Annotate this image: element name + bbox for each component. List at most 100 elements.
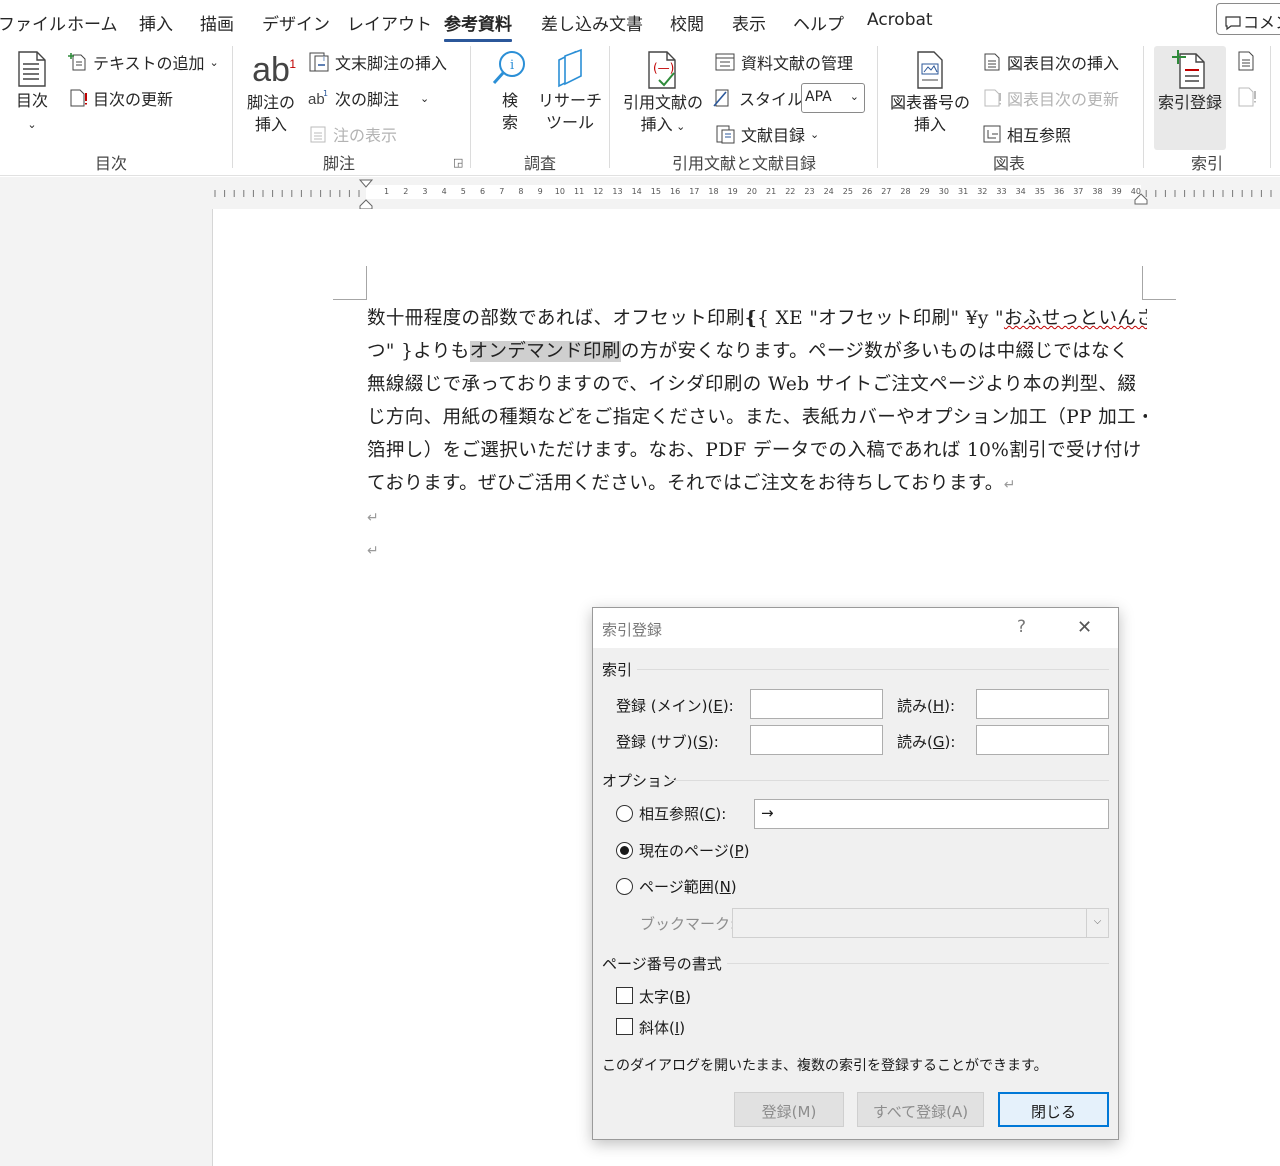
cross-reference-radio[interactable] <box>616 805 633 822</box>
tab-draw[interactable]: 描画 <box>200 10 234 35</box>
tab-mailings[interactable]: 差し込み文書 <box>541 10 643 35</box>
next-footnote-button[interactable]: ab 1 次の脚注 ⌄ <box>308 86 429 110</box>
ruler-number: 10 <box>554 187 565 196</box>
show-notes-icon <box>310 126 326 143</box>
insert-footnote-button[interactable]: ab 1 脚注の 挿入 <box>244 50 298 136</box>
italic-checkbox[interactable] <box>616 1018 633 1035</box>
ruler-number: 15 <box>650 187 661 196</box>
mark-button[interactable]: 登録(M) <box>734 1092 844 1127</box>
tab-home[interactable]: ホーム <box>67 10 118 35</box>
group-label-research: 調査 <box>524 154 557 173</box>
svg-text:i: i <box>510 58 514 73</box>
bibliography-label: 文献目録 <box>741 126 806 145</box>
text-line: じ方向、用紙の種類などをご指定ください。また、表紙カバーやオプション加工（PP … <box>367 407 1147 428</box>
footnote-icon: ab 1 <box>252 51 296 89</box>
insert-citation-label-2: 挿入 <box>640 115 673 134</box>
update-table-icon <box>984 89 1001 107</box>
insert-index-button[interactable] <box>1236 50 1256 72</box>
xe-field-yomi: おふせっといんさ <box>1003 308 1147 329</box>
add-text-button[interactable]: テキストの追加 ⌄ <box>68 50 219 74</box>
tab-view[interactable]: 表示 <box>732 10 766 35</box>
text-run: よりも <box>413 341 470 362</box>
xe-field-code: {{ XE "オフセット印刷" ¥y "おふせっといんさ <box>745 308 1147 329</box>
search-button[interactable]: i 検 索 <box>484 48 536 134</box>
insert-citation-button[interactable]: (—) 引用文献の 挿入 ⌄ <box>620 50 706 138</box>
group-separator <box>470 46 471 168</box>
show-notes-button[interactable]: 注の表示 <box>308 122 397 146</box>
update-toc-button[interactable]: 目次の更新 <box>68 86 173 110</box>
mark-entry-button[interactable]: 索引登録 <box>1154 48 1226 114</box>
close-icon[interactable]: ✕ <box>1077 617 1092 638</box>
mark-all-button[interactable]: すべて登録(A) <box>857 1092 984 1127</box>
right-indent-marker-icon[interactable] <box>1133 192 1149 206</box>
document-body[interactable]: 数十冊程度の部数であれば、オフセット印刷{{ XE "オフセット印刷" ¥y "… <box>367 302 1147 568</box>
toc-button-label: 目次 <box>15 91 48 110</box>
cross-reference-label: 相互参照 <box>1007 126 1072 145</box>
bold-checkbox[interactable] <box>616 987 633 1004</box>
insert-caption-label-2: 挿入 <box>913 115 946 134</box>
main-entry-input[interactable] <box>750 689 883 719</box>
manage-sources-button[interactable]: 資料文献の管理 <box>714 50 853 74</box>
ruler-number: 35 <box>1034 187 1045 196</box>
researcher-button[interactable]: リサーチ ツール <box>538 48 602 134</box>
indent-marker-icon[interactable] <box>358 178 374 210</box>
help-button[interactable]: ? <box>1017 617 1026 637</box>
bookmark-combobox[interactable]: ⌵ <box>732 908 1109 938</box>
ruler-number: 18 <box>708 187 719 196</box>
update-table-of-figures-button[interactable]: 図表目次の更新 <box>982 86 1119 110</box>
mark-index-entry-dialog: 索引登録 ? ✕ 索引 登録 (メイン)(E): 読み(H): 登録 (サブ)(… <box>592 607 1119 1140</box>
chevron-down-icon[interactable]: ⌵ <box>1086 909 1108 937</box>
ruler-number: 33 <box>996 187 1007 196</box>
current-page-radio[interactable] <box>616 842 633 859</box>
tab-acrobat[interactable]: Acrobat <box>867 10 933 30</box>
search-label-2: 索 <box>501 113 518 132</box>
tab-help[interactable]: ヘルプ <box>793 10 844 35</box>
main-yomi-label: 読み(H): <box>897 697 956 715</box>
tab-review[interactable]: 校閲 <box>670 10 704 35</box>
close-button[interactable]: 閉じる <box>998 1092 1109 1127</box>
citation-style-select[interactable]: APA ⌄ <box>801 83 865 113</box>
update-index-button[interactable] <box>1236 86 1258 108</box>
tab-insert[interactable]: 挿入 <box>139 10 173 35</box>
sub-entry-label: 登録 (サブ)(S): <box>616 733 719 751</box>
insert-table-of-figures-button[interactable]: 図表目次の挿入 <box>982 50 1119 74</box>
insert-footnote-label-1: 脚注の <box>246 93 295 112</box>
ruler-number: 11 <box>574 187 585 196</box>
cross-reference-button[interactable]: 相互参照 <box>982 122 1071 146</box>
sub-yomi-input[interactable] <box>976 725 1109 755</box>
footnote-dialog-launcher-icon[interactable]: ◲ <box>453 156 463 169</box>
section-divider <box>637 669 1109 670</box>
bibliography-button[interactable]: 文献目録 ⌄ <box>714 122 819 146</box>
main-entry-label: 登録 (メイン)(E): <box>616 697 734 715</box>
insert-caption-icon <box>917 51 943 89</box>
tab-design[interactable]: デザイン <box>262 10 330 35</box>
group-label-citations: 引用文献と文献目録 <box>672 154 817 173</box>
tab-layout[interactable]: レイアウト <box>347 10 432 35</box>
ribbon-tab-bar: ファイル ホーム 挿入 描画 デザイン レイアウト 参考資料 差し込み文書 校閲… <box>0 0 1280 42</box>
text-line: 箔押し）をご選択いただけます。なお、PDF データでの入稿であれば 10%割引で… <box>367 440 1142 461</box>
ruler-number: 24 <box>823 187 834 196</box>
section-divider <box>727 963 1109 964</box>
ruler-number: 12 <box>593 187 604 196</box>
update-toc-icon <box>70 89 87 107</box>
svg-text:(—): (—) <box>653 61 674 75</box>
ruler-number: 20 <box>746 187 757 196</box>
main-yomi-input[interactable] <box>976 689 1109 719</box>
section-divider <box>667 780 1109 781</box>
insert-endnote-button[interactable]: i 文末脚注の挿入 <box>308 50 447 74</box>
dialog-title-bar[interactable]: 索引登録 ? ✕ <box>593 608 1118 648</box>
ruler-number: 3 <box>422 187 428 196</box>
sub-entry-input[interactable] <box>750 725 883 755</box>
style-icon <box>713 89 729 107</box>
toc-button[interactable]: 目次 ⌄ <box>8 50 56 136</box>
group-separator <box>1143 46 1144 168</box>
ruler-number: 14 <box>631 187 642 196</box>
tab-references[interactable]: 参考資料 <box>444 10 512 42</box>
text-line: 数十冊程度の部数であれば、オフセット印刷{{ XE "オフセット印刷" ¥y "… <box>367 302 1147 335</box>
comment-button[interactable]: コメント <box>1216 3 1280 35</box>
show-notes-label: 注の表示 <box>333 126 398 145</box>
tab-file[interactable]: ファイル <box>0 10 66 35</box>
insert-caption-button[interactable]: 図表番号の 挿入 <box>888 50 972 136</box>
page-range-radio[interactable] <box>616 878 633 895</box>
cross-reference-input[interactable]: → <box>754 799 1109 829</box>
